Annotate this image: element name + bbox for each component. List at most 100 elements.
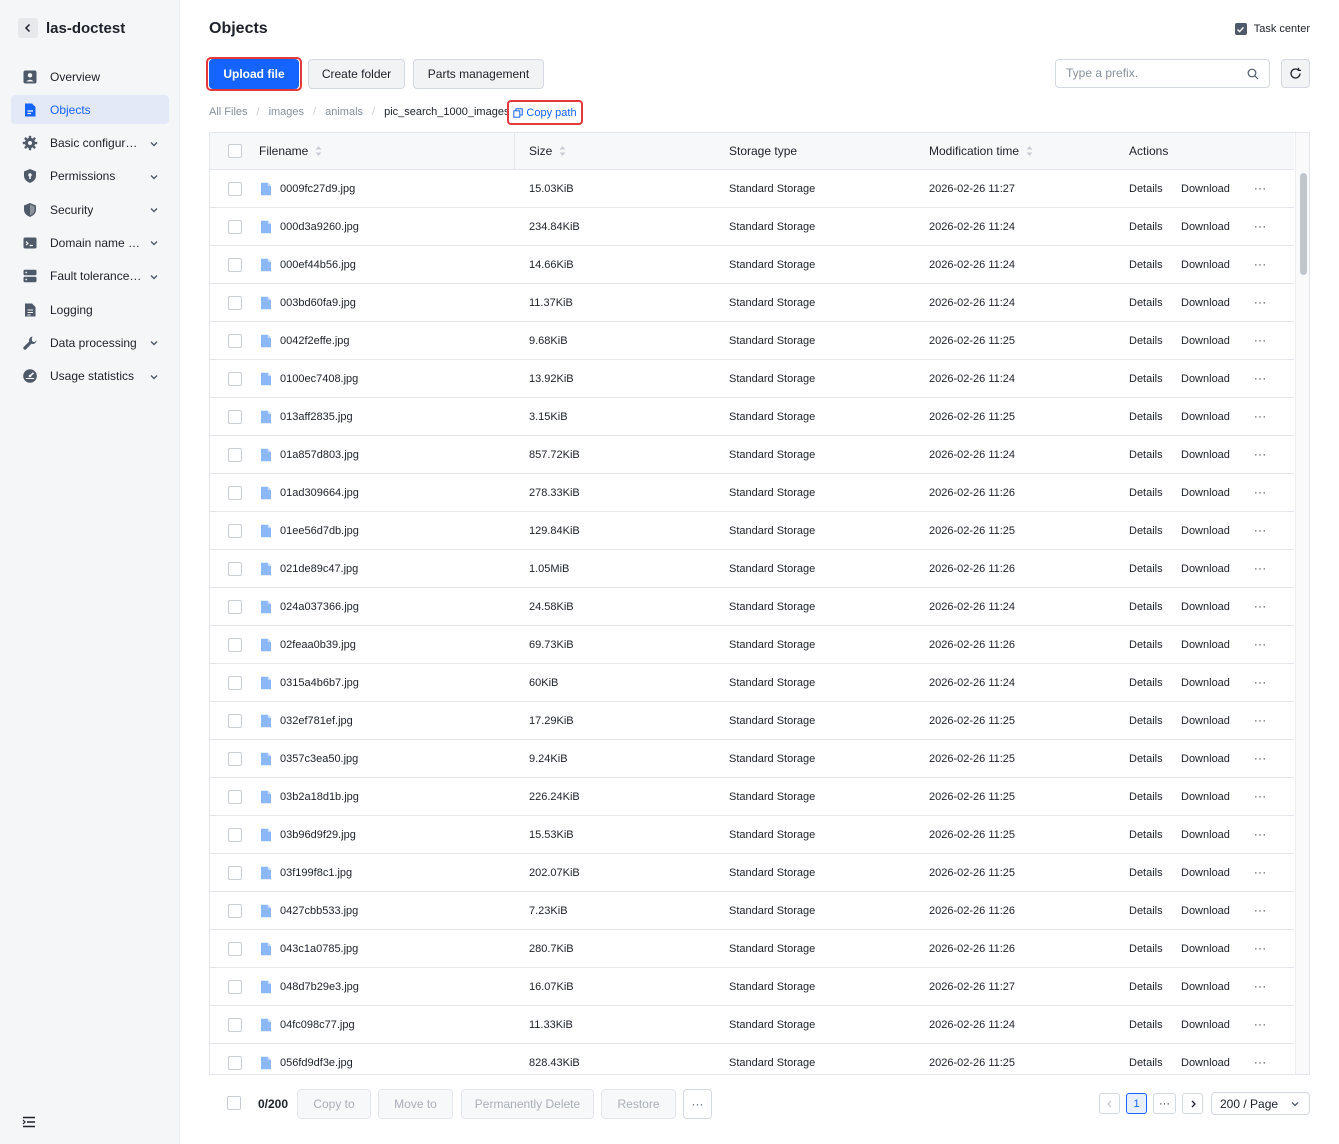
sidebar-item-domain[interactable]: Domain name a… xyxy=(11,228,169,257)
row-more-icon[interactable]: ··· xyxy=(1254,1044,1267,1074)
file-name[interactable]: 056fd9df3e.jpg xyxy=(280,1057,353,1069)
page-button-current[interactable]: 1 xyxy=(1126,1093,1147,1114)
sidebar-item-shield[interactable]: Security xyxy=(11,195,169,224)
row-checkbox[interactable] xyxy=(228,979,242,994)
file-name[interactable]: 024a037366.jpg xyxy=(280,601,359,613)
row-more-icon[interactable]: ··· xyxy=(1254,588,1267,625)
details-link[interactable]: Details xyxy=(1129,626,1163,663)
table-row[interactable]: 0042f2effe.jpg 9.68KiB Standard Storage 202… xyxy=(210,322,1294,360)
row-checkbox[interactable] xyxy=(228,523,242,538)
details-link[interactable]: Details xyxy=(1129,360,1163,397)
table-row[interactable]: 03f199f8c1.jpg 202.07KiB Standard Storage 2… xyxy=(210,854,1294,892)
download-link[interactable]: Download xyxy=(1181,1044,1230,1074)
move-to-button[interactable]: Move to xyxy=(378,1089,453,1119)
breadcrumb-item[interactable]: images xyxy=(269,106,304,118)
sort-icon[interactable] xyxy=(1026,145,1033,157)
row-checkbox[interactable] xyxy=(228,827,242,842)
row-more-icon[interactable]: ··· xyxy=(1254,398,1267,435)
table-row[interactable]: 0100ec7408.jpg 13.92KiB Standard Storage 20… xyxy=(210,360,1294,398)
row-checkbox[interactable] xyxy=(228,181,242,196)
row-more-icon[interactable]: ··· xyxy=(1254,322,1267,359)
details-link[interactable]: Details xyxy=(1129,816,1163,853)
download-link[interactable]: Download xyxy=(1181,360,1230,397)
table-row[interactable]: 000d3a9260.jpg 234.84KiB Standard Storage 2… xyxy=(210,208,1294,246)
row-checkbox[interactable] xyxy=(228,257,242,272)
file-name[interactable]: 0427cbb533.jpg xyxy=(280,905,358,917)
table-scrollbar[interactable] xyxy=(1295,133,1309,1074)
sidebar-item-wrench[interactable]: Data processing xyxy=(11,328,169,357)
row-more-icon[interactable]: ··· xyxy=(1254,626,1267,663)
details-link[interactable]: Details xyxy=(1129,398,1163,435)
details-link[interactable]: Details xyxy=(1129,930,1163,967)
row-more-icon[interactable]: ··· xyxy=(1254,208,1267,245)
download-link[interactable]: Download xyxy=(1181,968,1230,1005)
table-row[interactable]: 043c1a0785.jpg 280.7KiB Standard Storage 20… xyxy=(210,930,1294,968)
file-name[interactable]: 03f199f8c1.jpg xyxy=(280,867,352,879)
breadcrumb-item[interactable]: All Files xyxy=(209,106,248,118)
row-more-icon[interactable]: ··· xyxy=(1254,284,1267,321)
file-name[interactable]: 0357c3ea50.jpg xyxy=(280,753,358,765)
row-checkbox[interactable] xyxy=(228,561,242,576)
download-link[interactable]: Download xyxy=(1181,778,1230,815)
task-center-button[interactable]: Task center xyxy=(1234,23,1310,35)
footer-select-all-checkbox[interactable] xyxy=(227,1096,241,1110)
download-link[interactable]: Download xyxy=(1181,474,1230,511)
permanently-delete-button[interactable]: Permanently Delete xyxy=(461,1089,594,1119)
table-row[interactable]: 03b2a18d1b.jpg 226.24KiB Standard Storage 2… xyxy=(210,778,1294,816)
file-name[interactable]: 021de89c47.jpg xyxy=(280,563,358,575)
details-link[interactable]: Details xyxy=(1129,1044,1163,1074)
download-link[interactable]: Download xyxy=(1181,284,1230,321)
create-folder-button[interactable]: Create folder xyxy=(308,59,405,89)
download-link[interactable]: Download xyxy=(1181,208,1230,245)
details-link[interactable]: Details xyxy=(1129,246,1163,283)
sidebar-item-gear[interactable]: Basic configurat… xyxy=(11,129,169,158)
sidebar-item-permissions[interactable]: Permissions xyxy=(11,162,169,191)
table-row[interactable]: 021de89c47.jpg 1.05MiB Standard Storage 202… xyxy=(210,550,1294,588)
sort-icon[interactable] xyxy=(315,145,322,157)
row-checkbox[interactable] xyxy=(228,865,242,880)
table-row[interactable]: 0357c3ea50.jpg 9.24KiB Standard Storage 202… xyxy=(210,740,1294,778)
sort-icon[interactable] xyxy=(559,145,566,157)
details-link[interactable]: Details xyxy=(1129,284,1163,321)
row-more-icon[interactable]: ··· xyxy=(1254,740,1267,777)
row-checkbox[interactable] xyxy=(228,447,242,462)
file-name[interactable]: 032ef781ef.jpg xyxy=(280,715,353,727)
file-name[interactable]: 04fc098c77.jpg xyxy=(280,1019,355,1031)
download-link[interactable]: Download xyxy=(1181,398,1230,435)
column-divider[interactable] xyxy=(514,133,515,169)
details-link[interactable]: Details xyxy=(1129,588,1163,625)
table-row[interactable]: 0009fc27d9.jpg 15.03KiB Standard Storage 20… xyxy=(210,170,1294,208)
download-link[interactable]: Download xyxy=(1181,854,1230,891)
details-link[interactable]: Details xyxy=(1129,550,1163,587)
file-name[interactable]: 043c1a0785.jpg xyxy=(280,943,358,955)
copy-to-button[interactable]: Copy to xyxy=(297,1089,371,1119)
file-name[interactable]: 01ee56d7db.jpg xyxy=(280,525,359,537)
download-link[interactable]: Download xyxy=(1181,626,1230,663)
details-link[interactable]: Details xyxy=(1129,968,1163,1005)
row-more-icon[interactable]: ··· xyxy=(1254,474,1267,511)
download-link[interactable]: Download xyxy=(1181,170,1230,207)
restore-button[interactable]: Restore xyxy=(601,1089,676,1119)
table-row[interactable]: 048d7b29e3.jpg 16.07KiB Standard Storage 20… xyxy=(210,968,1294,1006)
file-name[interactable]: 0009fc27d9.jpg xyxy=(280,183,355,195)
row-checkbox[interactable] xyxy=(228,713,242,728)
file-name[interactable]: 0100ec7408.jpg xyxy=(280,373,358,385)
download-link[interactable]: Download xyxy=(1181,550,1230,587)
row-more-icon[interactable]: ··· xyxy=(1254,930,1267,967)
details-link[interactable]: Details xyxy=(1129,170,1163,207)
details-link[interactable]: Details xyxy=(1129,702,1163,739)
refresh-button[interactable] xyxy=(1281,59,1310,88)
row-more-icon[interactable]: ··· xyxy=(1254,246,1267,283)
row-checkbox[interactable] xyxy=(228,333,242,348)
row-checkbox[interactable] xyxy=(228,599,242,614)
row-more-icon[interactable]: ··· xyxy=(1254,892,1267,929)
row-more-icon[interactable]: ··· xyxy=(1254,1006,1267,1043)
row-checkbox[interactable] xyxy=(228,675,242,690)
table-row[interactable]: 04fc098c77.jpg 11.33KiB Standard Storage 20… xyxy=(210,1006,1294,1044)
row-more-icon[interactable]: ··· xyxy=(1254,170,1267,207)
row-checkbox[interactable] xyxy=(228,903,242,918)
details-link[interactable]: Details xyxy=(1129,474,1163,511)
download-link[interactable]: Download xyxy=(1181,816,1230,853)
sidebar-item-objects[interactable]: Objects xyxy=(11,95,169,125)
table-row[interactable]: 02feaa0b39.jpg 69.73KiB Standard Storage 20… xyxy=(210,626,1294,664)
